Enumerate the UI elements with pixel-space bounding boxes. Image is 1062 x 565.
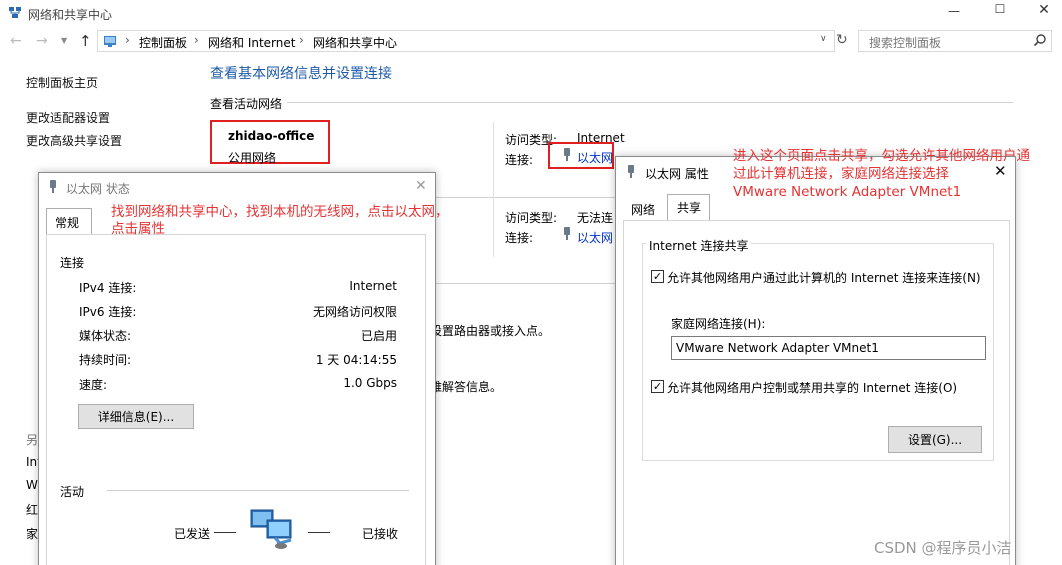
- tab-sharing[interactable]: 共享: [667, 194, 710, 221]
- activity-divider: [107, 490, 409, 491]
- ethernet-link[interactable]: 以太网: [577, 149, 613, 166]
- allow-control-checkbox[interactable]: ✓: [651, 380, 664, 393]
- allow-share-label[interactable]: 允许其他网络用户通过此计算机的 Internet 连接来连接(N): [667, 269, 981, 286]
- media-state-label: 媒体状态:: [79, 329, 132, 343]
- maximize-button[interactable]: ☐: [990, 2, 1010, 20]
- forward-arrow-icon[interactable]: →: [36, 33, 48, 49]
- home-network-value: VMware Network Adapter VMnet1: [676, 341, 879, 355]
- duration-value: 1 天 04:14:55: [315, 353, 397, 367]
- change-settings-divider: [430, 283, 616, 284]
- annotation-2-line-1: 进入这个页面点击共享，勾选允许其他网络用户通: [733, 148, 1030, 164]
- up-arrow-icon[interactable]: ↑: [79, 32, 92, 50]
- ethernet-link-2[interactable]: 以太网: [577, 229, 613, 246]
- check-icon: ✓: [652, 380, 663, 393]
- connection-group-label: 连接: [60, 256, 85, 270]
- network-name: zhidao-office: [228, 129, 315, 143]
- left-link-fragment[interactable]: 红: [26, 501, 38, 518]
- close-icon[interactable]: ✕: [415, 178, 427, 194]
- left-link-fragment[interactable]: W: [26, 478, 38, 492]
- sent-label: 已发送: [174, 527, 211, 541]
- search-input[interactable]: 搜索控制面板: [858, 30, 1052, 52]
- minimize-button[interactable]: —: [944, 4, 964, 20]
- ipv6-label: IPv6 连接:: [79, 305, 137, 319]
- refresh-icon[interactable]: ↻: [836, 32, 848, 48]
- window-title: 网络和共享中心: [28, 8, 113, 22]
- ethernet-icon: [626, 165, 636, 179]
- left-link-fragment[interactable]: 家: [26, 525, 38, 542]
- ethernet-icon: [48, 180, 58, 194]
- back-arrow-icon[interactable]: ←: [10, 33, 22, 49]
- breadcrumb-sep-icon: ›: [125, 33, 130, 47]
- close-window-button[interactable]: ✕: [1034, 2, 1054, 20]
- sent-line: [214, 532, 236, 533]
- settings-button-label: 设置(G)...: [907, 433, 963, 447]
- troubleshoot-fragment: 难解答信息。: [430, 380, 503, 394]
- search-icon[interactable]: [1033, 33, 1047, 47]
- tab-general[interactable]: 常规: [46, 208, 92, 235]
- control-panel-home-link[interactable]: 控制面板主页: [26, 74, 98, 91]
- connection-label: 连接:: [505, 153, 534, 167]
- connection-label: 连接:: [505, 231, 534, 245]
- allow-control-label[interactable]: 允许其他网络用户控制或禁用共享的 Internet 连接(O): [667, 379, 957, 396]
- check-icon: ✓: [652, 270, 663, 283]
- tab-sharing-label: 共享: [677, 201, 702, 215]
- details-button[interactable]: 详细信息(E)...: [78, 404, 194, 429]
- received-line: [308, 532, 330, 533]
- breadcrumb-sharing-center[interactable]: 网络和共享中心: [313, 34, 397, 51]
- home-network-label: 家庭网络连接(H):: [671, 317, 766, 331]
- change-adapter-link[interactable]: 更改适配器设置: [26, 109, 110, 126]
- access-type-label: 访问类型:: [505, 211, 558, 225]
- address-dropdown-icon[interactable]: ∨: [820, 34, 827, 44]
- settings-button[interactable]: 设置(G)...: [888, 426, 982, 453]
- page-heading: 查看基本网络信息并设置连接: [210, 66, 392, 82]
- allow-share-checkbox[interactable]: ✓: [651, 270, 664, 283]
- access-type-value: 无法连: [577, 211, 614, 225]
- tab-network[interactable]: 网络: [631, 201, 655, 218]
- breadcrumb-control-panel[interactable]: 控制面板: [139, 34, 187, 51]
- ethernet-properties-dialog: 以太网 属性 ✕ 网络 共享 Internet 连接共享 ✓ 允许其他网络用户通…: [615, 156, 1016, 565]
- media-state-value: 已启用: [360, 329, 397, 343]
- status-dialog-title: 以太网 状态: [66, 182, 130, 196]
- advanced-sharing-link[interactable]: 更改高级共享设置: [26, 132, 122, 149]
- annotation-1-line-1: 找到网络和共享中心，找到本机的无线网，点击以太网，: [111, 204, 449, 220]
- ipv6-value: 无网络访问权限: [312, 305, 397, 319]
- network-center-icon: [8, 6, 22, 20]
- annotation-2-line-3: VMware Network Adapter VMnet1: [733, 184, 962, 200]
- title-bar: 网络和共享中心 — ☐ ✕: [0, 0, 1062, 28]
- csdn-watermark: CSDN @程序员小洁: [874, 539, 1012, 557]
- ipv4-value: Internet: [349, 279, 397, 293]
- received-label: 已接收: [362, 527, 399, 541]
- breadcrumb-sep-icon: ›: [299, 33, 304, 47]
- annotation-2-line-2: 过此计算机连接，家庭网络连接选择: [733, 166, 949, 182]
- details-button-label: 详细信息(E)...: [97, 410, 175, 424]
- active-networks-divider: [287, 102, 1013, 103]
- breadcrumb-network-internet[interactable]: 网络和 Internet: [208, 34, 295, 51]
- address-bar[interactable]: › 控制面板 › 网络和 Internet › 网络和共享中心 ∨: [97, 30, 835, 52]
- ics-group-label: Internet 连接共享: [646, 237, 752, 254]
- network-type: 公用网络: [228, 151, 277, 165]
- search-placeholder: 搜索控制面板: [869, 36, 942, 50]
- speed-label: 速度:: [79, 378, 108, 392]
- see-also-fragment: 另: [26, 433, 39, 447]
- home-network-field[interactable]: VMware Network Adapter VMnet1: [671, 336, 986, 360]
- setup-router-fragment: 设置路由器或接入点。: [430, 324, 551, 338]
- annotation-1-line-2: 点击属性: [111, 221, 165, 237]
- recent-dropdown-icon[interactable]: ▼: [61, 36, 67, 45]
- speed-value: 1.0 Gbps: [343, 376, 397, 390]
- active-networks-label: 查看活动网络: [210, 97, 283, 111]
- network-vert-divider: [493, 122, 494, 257]
- network-computers-icon: [247, 506, 297, 551]
- ipv4-label: IPv4 连接:: [79, 281, 137, 295]
- control-panel-icon: [103, 34, 117, 48]
- duration-label: 持续时间:: [79, 353, 132, 367]
- activity-group-label: 活动: [60, 485, 85, 499]
- breadcrumb-sep-icon: ›: [194, 33, 199, 47]
- ethernet-icon: [562, 227, 572, 241]
- ethernet-status-dialog: 以太网 状态 ✕ 常规 连接 IPv4 连接: Internet IPv6 连接…: [38, 172, 436, 565]
- properties-dialog-title: 以太网 属性: [645, 167, 709, 181]
- tab-general-label: 常规: [55, 216, 80, 230]
- ethernet-icon: [562, 148, 572, 162]
